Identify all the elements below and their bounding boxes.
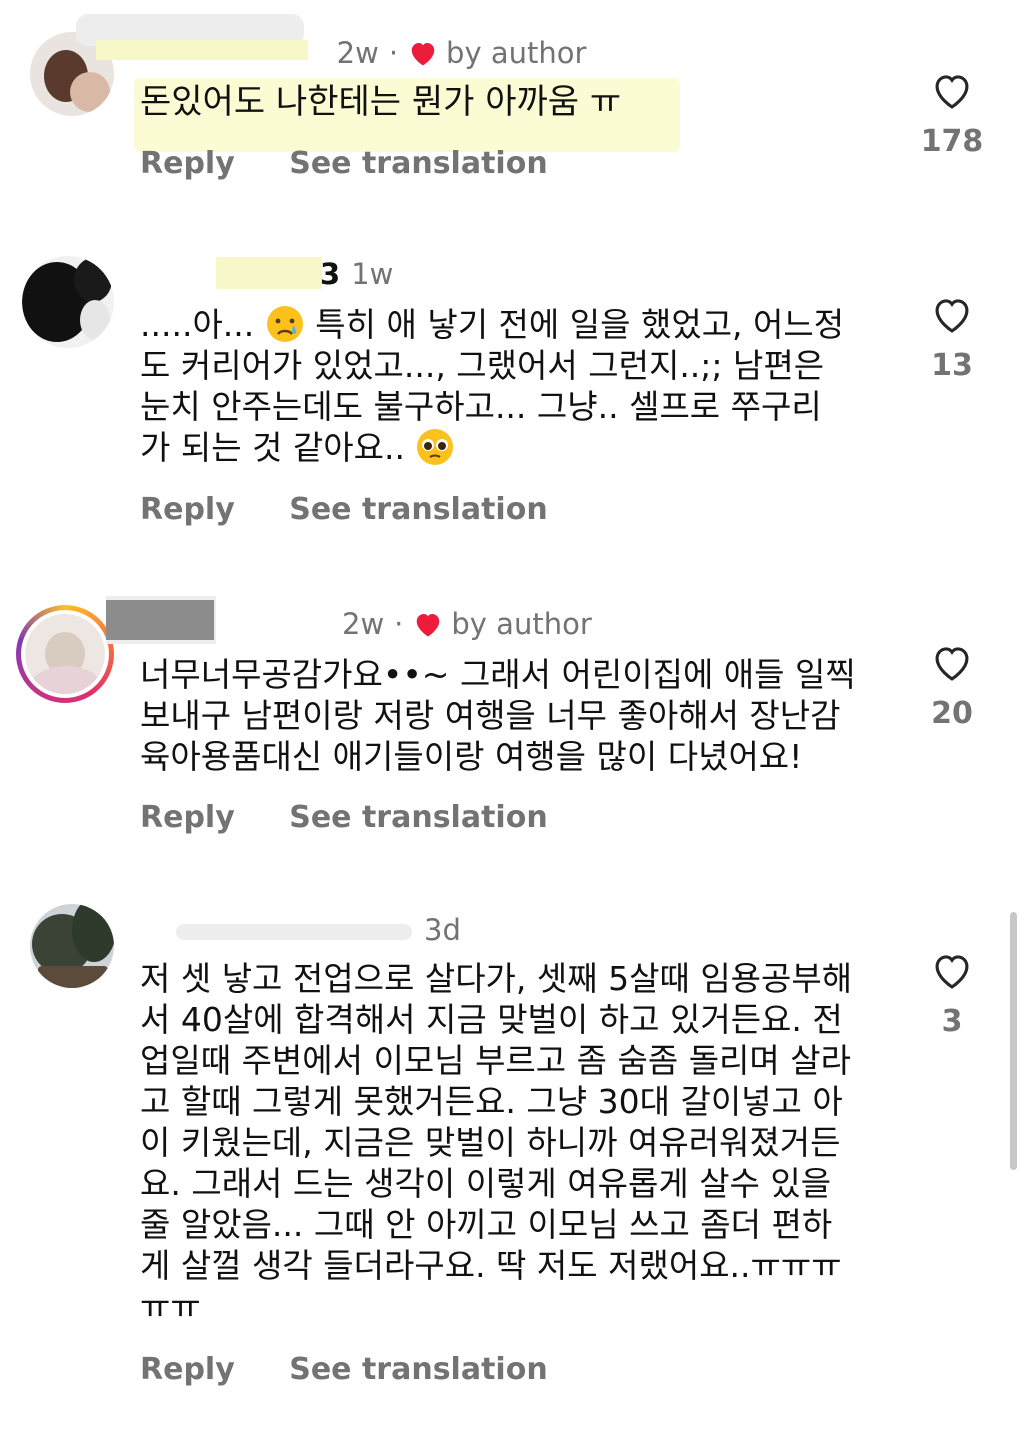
comment-line: 게 살껄 생각 들더라구요. 딱 저도 저랬어요..ㅠㅠㅠ	[140, 1246, 842, 1285]
username-redaction	[176, 924, 412, 940]
comment-actions: Reply See translation	[140, 492, 592, 527]
comment-meta: 2w · by author	[318, 604, 592, 644]
comment-actions: Reply See translation	[140, 1352, 592, 1387]
comment-line: 서 40살에 합격해서 지금 맞벌이 하고 있거든요. 전	[140, 1000, 843, 1039]
avatar[interactable]	[30, 904, 114, 988]
comment-actions: Reply See translation	[140, 146, 592, 181]
pleading-face-icon	[417, 429, 454, 465]
avatar-story-ring[interactable]	[16, 605, 114, 703]
see-translation-button[interactable]: See translation	[289, 146, 547, 181]
like-count: 20	[931, 696, 973, 731]
heart-outline-icon[interactable]	[930, 950, 974, 990]
comment-line: 도 커리어가 있었고..., 그랬어서 그런지..;; 남편은	[140, 346, 825, 385]
reply-button[interactable]: Reply	[140, 1352, 235, 1387]
comment-text: 저 셋 낳고 전업으로 살다가, 셋째 5살때 임용공부해 서 40살에 합격해…	[140, 958, 880, 1327]
reply-button[interactable]: Reply	[140, 146, 235, 181]
heart-filled-icon	[411, 43, 435, 66]
by-author-label: by author	[451, 607, 592, 641]
like-control: 13	[912, 294, 992, 383]
comment-meta: 3 1w	[320, 254, 393, 294]
comment-item: 3 1w .....아... 특히 애 낳기 전에 일을 했었고, 어느정 도 …	[0, 230, 1024, 560]
username[interactable]: 3	[320, 257, 341, 291]
timestamp: 3d	[424, 913, 461, 947]
comment-text: .....아... 특히 애 낳기 전에 일을 했었고, 어느정 도 커리어가 …	[140, 304, 880, 468]
reply-button[interactable]: Reply	[140, 800, 235, 835]
comment-line: 저 셋 낳고 전업으로 살다가, 셋째 5살때 임용공부해	[140, 959, 853, 998]
heart-filled-icon	[417, 614, 440, 637]
crying-face-icon	[266, 306, 303, 342]
heart-outline-icon[interactable]	[930, 70, 974, 110]
like-control: 178	[912, 70, 992, 159]
comment-line: 육아용품대신 애기들이랑 여행을 많이 다녔어요!	[140, 737, 803, 776]
see-translation-button[interactable]: See translation	[289, 800, 547, 835]
reply-button[interactable]: Reply	[140, 492, 235, 527]
comment-line: .....아... 특히 애 낳기 전에 일을 했었고, 어느정	[140, 305, 845, 344]
heart-outline-icon[interactable]	[930, 642, 974, 682]
heart-outline-icon[interactable]	[930, 294, 974, 334]
comment-text: 너무너무공감가요••~ 그래서 어린이집에 애들 일찍 보내구 남편이랑 저랑 …	[140, 654, 880, 777]
scrollbar[interactable]	[1010, 912, 1017, 1170]
comment-meta: ... 2w · by author	[140, 33, 587, 73]
comment-line: 업일때 주변에서 이모님 부르고 좀 숨좀 돌리며 살라	[140, 1041, 851, 1080]
timestamp: 2w	[342, 607, 385, 641]
by-author-label: by author	[446, 36, 587, 70]
comment-line: 요. 그래서 드는 생각이 이렇게 여유롭게 살수 있을	[140, 1164, 832, 1203]
see-translation-button[interactable]: See translation	[289, 1352, 547, 1387]
comment-line: 이 키웠는데, 지금은 맞벌이 하니까 여유러워졌거든	[140, 1123, 841, 1162]
username-redaction	[216, 257, 322, 289]
timestamp: 2w	[336, 36, 379, 70]
like-count: 3	[941, 1004, 963, 1039]
comment-line: 너무너무공감가요••~ 그래서 어린이집에 애들 일찍	[140, 655, 856, 694]
like-count: 178	[920, 124, 984, 159]
comment-item: ... 2w · by author 돈있어도 나한테는 뭔가 아까움 ㅠ Re…	[0, 0, 1024, 200]
like-control: 20	[912, 642, 992, 731]
comment-line: 가 되는 것 같아요..	[140, 427, 880, 468]
like-control: 3	[912, 950, 992, 1039]
comment-text: 돈있어도 나한테는 뭔가 아까움 ㅠ	[140, 82, 622, 122]
like-count: 13	[931, 348, 973, 383]
comment-item: 3d 저 셋 낳고 전업으로 살다가, 셋째 5살때 임용공부해 서 40살에 …	[0, 896, 1024, 1416]
username-redaction	[106, 600, 214, 640]
comment-line: 줄 알았음... 그때 안 아끼고 이모님 쓰고 좀더 편하	[140, 1205, 833, 1244]
separator: ·	[388, 36, 399, 70]
comment-actions: Reply See translation	[140, 800, 592, 835]
comment-line: 보내구 남편이랑 저랑 여행을 너무 좋아해서 장난감	[140, 696, 841, 735]
comment-item: 2w · by author 너무너무공감가요••~ 그래서 어린이집에 애들 …	[0, 590, 1024, 870]
comment-line: 눈치 안주는데도 불구하고... 그냥.. 셀프로 쭈구리	[140, 387, 822, 426]
see-translation-button[interactable]: See translation	[289, 492, 547, 527]
comment-meta: 3d	[424, 910, 461, 950]
avatar[interactable]	[22, 256, 114, 348]
comment-line: 고 할때 그렇게 못했거든요. 그냥 30대 갈이넣고 아	[140, 1082, 843, 1121]
separator: ·	[394, 607, 404, 641]
comment-line: ㅠㅠ	[140, 1287, 201, 1326]
timestamp: 1w	[351, 257, 394, 291]
